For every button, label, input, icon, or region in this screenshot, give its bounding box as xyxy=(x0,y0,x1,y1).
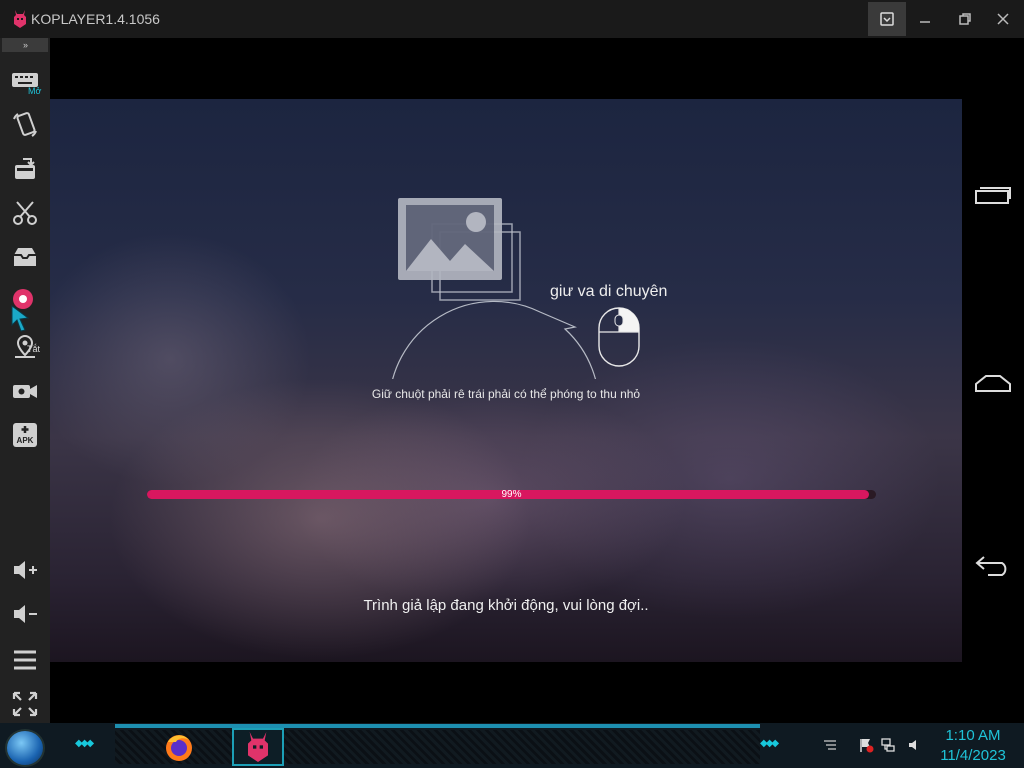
boot-progress-label: 99% xyxy=(501,489,522,500)
zoom-hint-text: Giữ chuột phải rê trái phải có thể phóng… xyxy=(371,387,641,401)
koplayer-taskbar-button[interactable] xyxy=(232,728,284,766)
boot-progress-bar: 99% xyxy=(147,489,876,500)
screenshot-button[interactable] xyxy=(8,196,42,230)
scissors-icon xyxy=(13,201,37,225)
sidebar-collapse-button[interactable]: ›› xyxy=(2,38,48,52)
recent-apps-icon xyxy=(975,187,1011,204)
volume-down-button[interactable] xyxy=(8,597,42,631)
folder-box-icon xyxy=(14,248,36,266)
minimize-button[interactable] xyxy=(906,2,944,36)
window-title: KOPLAYER1.4.1056 xyxy=(31,11,160,27)
back-button[interactable] xyxy=(972,550,1014,580)
taskbar: ◆◆◆ ◆◆◆ 1:10 AM 11/4/2023 xyxy=(0,723,1024,768)
fullscreen-button[interactable] xyxy=(8,687,42,721)
apk-icon: APK xyxy=(13,423,37,447)
fullscreen-icon xyxy=(12,691,38,717)
drag-hint-label: giư va di chuyên xyxy=(550,283,668,300)
clock-time[interactable]: 1:10 AM xyxy=(930,727,1016,744)
show-hidden-icons-icon[interactable] xyxy=(822,737,838,753)
keyboard-badge: Mở xyxy=(28,86,42,96)
emulator-screen[interactable]: giư va di chuyên Giữ chuột phải rê trái … xyxy=(50,99,962,662)
title-bar: KOPLAYER1.4.1056 xyxy=(0,0,1024,38)
speaker-icon[interactable] xyxy=(906,737,922,753)
boot-status-text: Trình giả lập đang khởi động, vui lòng đ… xyxy=(363,597,649,614)
taskbar-accent-line xyxy=(115,724,760,728)
start-button[interactable] xyxy=(5,729,45,767)
video-camera-icon xyxy=(13,385,37,398)
clock-date[interactable]: 11/4/2023 xyxy=(930,747,1016,764)
taskbar-band xyxy=(115,730,760,764)
location-button[interactable] xyxy=(8,330,42,364)
recent-apps-button[interactable] xyxy=(972,180,1014,210)
volume-up-icon xyxy=(14,561,37,579)
restore-icon xyxy=(959,13,971,25)
back-arrow-icon xyxy=(975,556,1007,576)
action-center-flag-icon[interactable] xyxy=(858,737,874,753)
home-button[interactable] xyxy=(972,368,1014,398)
mini-mode-icon xyxy=(880,12,894,26)
menu-button[interactable] xyxy=(8,643,42,677)
mouse-right-click-icon xyxy=(598,307,640,367)
picture-icon xyxy=(398,198,521,301)
zoom-hint-graphic xyxy=(392,198,640,379)
home-icon xyxy=(975,375,1011,392)
firefox-icon[interactable] xyxy=(162,730,196,764)
volume-up-button[interactable] xyxy=(8,553,42,587)
restore-button[interactable] xyxy=(946,2,984,36)
cursor-arrow-icon xyxy=(11,305,30,332)
install-apk-button[interactable]: APK xyxy=(8,418,42,452)
network-icon[interactable] xyxy=(880,737,896,753)
rotate-icon xyxy=(13,112,37,137)
taskbar-deco-right: ◆◆◆ xyxy=(760,738,779,749)
system-tray xyxy=(820,737,930,757)
koplayer-app-icon xyxy=(248,732,268,762)
video-record-button[interactable] xyxy=(8,374,42,408)
tool-sidebar: ›› Mở Tắt APK xyxy=(0,38,50,723)
close-button[interactable] xyxy=(984,2,1022,36)
speech-bubble-icon xyxy=(392,300,597,379)
rotate-button[interactable] xyxy=(8,108,42,142)
close-icon xyxy=(997,13,1009,25)
location-pin-icon xyxy=(15,334,35,358)
volume-down-icon xyxy=(14,605,37,623)
apk-icon-text: APK xyxy=(17,436,34,445)
mini-mode-button[interactable] xyxy=(868,2,906,36)
app-window: KOPLAYER1.4.1056 ›› Mở Tắt APK giư va di… xyxy=(0,0,1024,723)
android-nav-bar xyxy=(962,38,1024,723)
koplayer-logo-icon xyxy=(14,10,26,28)
screen-switch-button[interactable] xyxy=(8,152,42,186)
minimize-icon xyxy=(920,21,930,23)
share-folder-button[interactable] xyxy=(8,240,42,274)
taskbar-deco-left: ◆◆◆ xyxy=(75,738,94,749)
screen-switch-icon xyxy=(15,158,35,179)
keyboard-button[interactable]: Mở xyxy=(8,64,42,98)
hamburger-menu-icon xyxy=(14,650,36,670)
